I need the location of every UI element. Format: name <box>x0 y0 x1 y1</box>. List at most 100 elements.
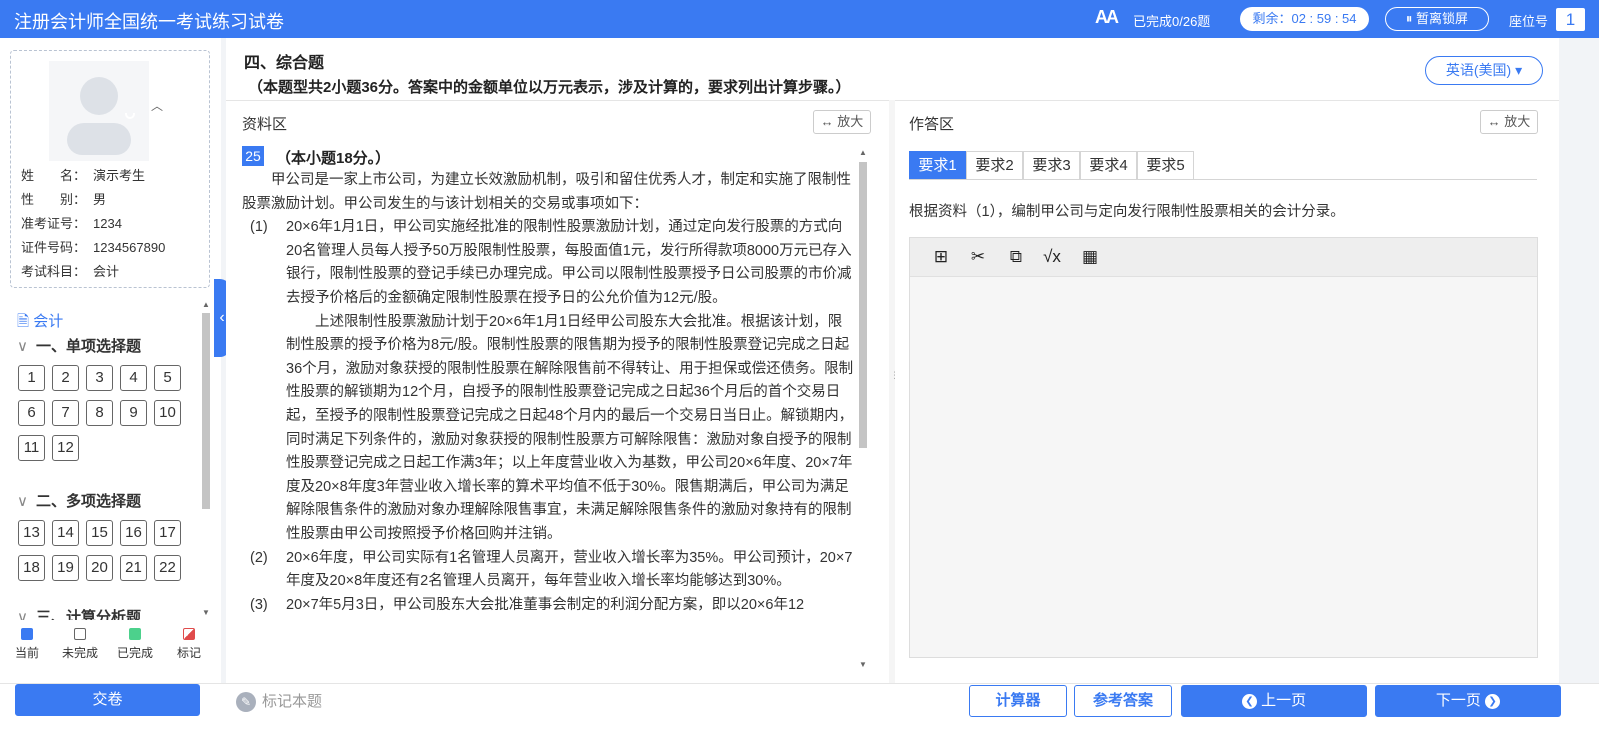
pause-icon: ⏸ <box>1405 11 1417 26</box>
section-title: 四、综合题 <box>244 55 325 72</box>
seat-number: 1 <box>1556 8 1585 31</box>
tab-requirement-4[interactable]: 要求4 <box>1080 151 1137 180</box>
chevron-left-icon: ❮ <box>1241 694 1257 709</box>
question-button[interactable]: 6 <box>18 400 45 426</box>
question-button[interactable]: 2 <box>52 365 79 391</box>
material-item: (1) 20×6年1月1日，甲公司实施经批准的限制性股票激励计划，通过定向发行股票… <box>250 219 852 306</box>
scroll-thumb[interactable] <box>202 313 210 509</box>
scroll-thumb[interactable] <box>859 162 867 448</box>
calculator-button[interactable]: 计算器 <box>969 685 1067 717</box>
section-note: （本题型共2小题36分。答案中的金额单位以万元表示，涉及计算的，要求列出计算步骤… <box>248 79 851 96</box>
chevron-down-icon: ∨ <box>17 609 28 620</box>
table-icon[interactable]: ▦ <box>1079 246 1101 268</box>
question-button[interactable]: 15 <box>86 520 113 546</box>
document-icon: 🗎 <box>17 313 30 330</box>
chevron-up-icon[interactable]: ︿ <box>151 97 163 114</box>
question-score: （本小题18分。） <box>276 150 391 167</box>
question-button[interactable]: 7 <box>52 400 79 426</box>
avatar-head-icon <box>80 77 135 119</box>
material-scrollbar[interactable]: ▲ ▼ <box>856 146 870 672</box>
material-label: 资料区 <box>242 116 288 133</box>
reference-answer-button[interactable]: 参考答案 <box>1074 685 1172 717</box>
material-item: 上述限制性股票激励计划于20×6年1月1日经甲公司股东大会批准。根据该计划，限制… <box>286 313 854 542</box>
question-button[interactable]: 19 <box>52 555 79 581</box>
tab-requirement-1[interactable]: 要求1 <box>909 151 966 180</box>
cut-icon[interactable]: ✂ <box>967 246 989 268</box>
editor-toolbar: ⊞ ✂ ⧉ √x ▦ <box>910 238 1537 277</box>
font-size-icon[interactable]: AA <box>1095 7 1119 28</box>
material-zoom-button[interactable]: ↔ 放大 <box>813 110 871 134</box>
material-text: 甲公司是一家上市公司，为建立长效激励机制，吸引和留住优秀人才，制定和实施了限制性… <box>242 169 854 671</box>
question-button[interactable]: 8 <box>86 400 113 426</box>
question-button[interactable]: 20 <box>86 555 113 581</box>
lock-screen-button[interactable]: ⏸ 暂离锁屏 <box>1385 7 1489 31</box>
tab-underline <box>909 179 1537 180</box>
legend-marked: 标记 <box>164 628 214 661</box>
answer-zoom-button[interactable]: ↔ 放大 <box>1480 110 1538 134</box>
language-select[interactable]: 英语(美国) ▾ <box>1425 56 1543 85</box>
mark-question-button[interactable]: ✎ 标记本题 <box>236 690 322 712</box>
question-button[interactable]: 3 <box>86 365 113 391</box>
question-button[interactable]: 16 <box>120 520 147 546</box>
chevron-down-icon: ∨ <box>17 338 28 355</box>
expand-icon: ↔ <box>1487 114 1501 129</box>
question-button[interactable]: 21 <box>120 555 147 581</box>
question-button[interactable]: 10 <box>154 400 181 426</box>
requirement-text: 根据资料（1），编制甲公司与定向发行限制性股票相关的会计分录。 <box>909 204 1345 220</box>
caret-down-icon: ▾ <box>1515 62 1523 78</box>
question-button[interactable]: 18 <box>18 555 45 581</box>
tab-requirement-2[interactable]: 要求2 <box>966 151 1023 180</box>
section-single-choice[interactable]: ∨ 一、单项选择题 <box>17 335 141 356</box>
copy-icon[interactable]: ⧉ <box>1005 246 1027 268</box>
profile-row-name: 姓 名： 演示考生 <box>21 168 146 183</box>
scroll-up-icon: ▲ <box>202 300 210 309</box>
question-button[interactable]: 9 <box>120 400 147 426</box>
question-button[interactable]: 12 <box>52 435 79 461</box>
prev-page-button[interactable]: ❮ 上一页 <box>1181 685 1367 717</box>
legend-current: 当前 <box>2 628 52 661</box>
section-calc-analysis[interactable]: ∨ 三、计算分析题 <box>17 606 141 620</box>
question-button[interactable]: 17 <box>154 520 181 546</box>
section-multi-choice[interactable]: ∨ 二、多项选择题 <box>17 490 141 511</box>
legend-swatch-current <box>21 628 33 640</box>
lock-screen-label: 暂离锁屏 <box>1416 11 1469 26</box>
profile-row-exam-id: 准考证号： 1234 <box>21 216 122 231</box>
avatar <box>49 61 149 161</box>
formula-icon[interactable]: √x <box>1041 246 1063 268</box>
material-item: (3) 20×7年5月3日，甲公司股东大会批准董事会制定的利润分配方案，即以20×… <box>250 596 805 613</box>
legend-swatch-finished <box>129 628 141 640</box>
profile-row-id-number: 证件号码： 1234567890 <box>21 240 166 255</box>
question-number: 25 <box>242 146 264 166</box>
section-clip: ∨ 三、计算分析题 <box>0 598 200 620</box>
scroll-up-icon: ▲ <box>859 148 867 157</box>
pin-icon: ✎ <box>236 692 256 712</box>
question-button[interactable]: 4 <box>120 365 147 391</box>
profile-row-subject: 考试科目： 会计 <box>21 264 120 279</box>
sidebar: ︿ 姓 名： 演示考生 性 别：男 准考证号： 1234 证件号码： 12345678… <box>0 38 221 683</box>
question-button[interactable]: 22 <box>154 555 181 581</box>
insert-icon[interactable]: ⊞ <box>930 246 952 268</box>
submit-button[interactable]: 交卷 <box>15 684 200 716</box>
question-button[interactable]: 1 <box>18 365 45 391</box>
question-button[interactable]: 14 <box>52 520 79 546</box>
answer-label: 作答区 <box>909 116 955 133</box>
question-button[interactable]: 13 <box>18 520 45 546</box>
nav-scrollbar[interactable]: ▲ ▼ <box>200 300 212 620</box>
question-button[interactable]: 11 <box>18 435 45 461</box>
tab-requirement-5[interactable]: 要求5 <box>1137 151 1194 180</box>
legend-unfinished: 未完成 <box>55 628 105 661</box>
chevron-down-icon: ∨ <box>17 493 28 510</box>
chevron-right-icon: ❯ <box>1485 694 1501 709</box>
tab-requirement-3[interactable]: 要求3 <box>1023 151 1080 180</box>
next-page-button[interactable]: 下一页 ❯ <box>1375 685 1561 717</box>
main-panel: 四、综合题 （本题型共2小题36分。答案中的金额单位以万元表示，涉及计算的，要求… <box>226 38 1559 683</box>
pane-resize-handle[interactable]: ⋮ <box>889 100 899 683</box>
avatar-body-icon <box>67 123 131 155</box>
answer-input[interactable] <box>910 278 1537 657</box>
material-item: (2) 20×6年度，甲公司实际有1名管理人员离开，营业收入增长率为35%。甲公司… <box>250 549 853 590</box>
question-button[interactable]: 5 <box>154 365 181 391</box>
seat-label: 座位号 <box>1509 14 1549 29</box>
legend-swatch-marked <box>183 628 195 640</box>
countdown-timer: 剩余：02 : 59 : 54 <box>1240 7 1369 31</box>
legend-finished: 已完成 <box>110 628 160 661</box>
